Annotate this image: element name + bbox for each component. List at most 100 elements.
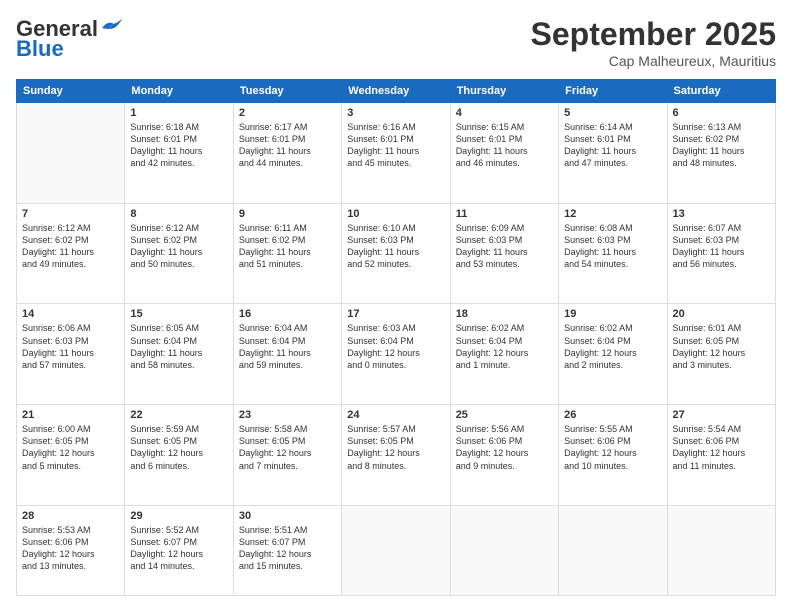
- day-info: Sunrise: 5:56 AM Sunset: 6:06 PM Dayligh…: [456, 423, 553, 472]
- calendar-cell: 9 Sunrise: 6:11 AM Sunset: 6:02 PM Daylig…: [233, 203, 341, 304]
- day-number: 4: [456, 107, 553, 119]
- day-info: Sunrise: 6:09 AM Sunset: 6:03 PM Dayligh…: [456, 222, 553, 271]
- day-info: Sunrise: 6:14 AM Sunset: 6:01 PM Dayligh…: [564, 121, 661, 170]
- calendar-cell: 18 Sunrise: 6:02 AM Sunset: 6:04 PM Dayli…: [450, 304, 558, 405]
- calendar-cell: [559, 505, 667, 595]
- title-block: September 2025 Cap Malheureux, Mauritius: [531, 16, 776, 69]
- calendar-cell: 10Sunrise: 6:10 AM Sunset: 6:03 PM Dayli…: [342, 203, 450, 304]
- day-number: 26: [564, 409, 661, 421]
- day-header-thursday: Thursday: [450, 80, 558, 103]
- calendar-cell: 17 Sunrise: 6:03 AM Sunset: 6:04 PM Dayli…: [342, 304, 450, 405]
- day-number: 22: [130, 409, 227, 421]
- day-info: Sunrise: 5:54 AM Sunset: 6:06 PM Dayligh…: [673, 423, 770, 472]
- day-info: Sunrise: 6:00 AM Sunset: 6:05 PM Dayligh…: [22, 423, 119, 472]
- week-row-2: 7 Sunrise: 6:12 AM Sunset: 6:02 PM Daylig…: [17, 203, 776, 304]
- day-header-friday: Friday: [559, 80, 667, 103]
- day-number: 18: [456, 308, 553, 320]
- calendar-cell: 6 Sunrise: 6:13 AM Sunset: 6:02 PM Daylig…: [667, 103, 775, 204]
- day-number: 16: [239, 308, 336, 320]
- calendar-cell: [342, 505, 450, 595]
- calendar-cell: 2 Sunrise: 6:17 AM Sunset: 6:01 PM Daylig…: [233, 103, 341, 204]
- day-info: Sunrise: 5:52 AM Sunset: 6:07 PM Dayligh…: [130, 524, 227, 573]
- day-number: 6: [673, 107, 770, 119]
- calendar-cell: 25 Sunrise: 5:56 AM Sunset: 6:06 PM Dayli…: [450, 405, 558, 506]
- day-info: Sunrise: 6:12 AM Sunset: 6:02 PM Dayligh…: [22, 222, 119, 271]
- day-number: 17: [347, 308, 444, 320]
- day-number: 27: [673, 409, 770, 421]
- day-number: 9: [239, 208, 336, 220]
- day-header-saturday: Saturday: [667, 80, 775, 103]
- calendar-cell: 13Sunrise: 6:07 AM Sunset: 6:03 PM Dayli…: [667, 203, 775, 304]
- calendar-cell: 3 Sunrise: 6:16 AM Sunset: 6:01 PM Daylig…: [342, 103, 450, 204]
- day-info: Sunrise: 6:02 AM Sunset: 6:04 PM Dayligh…: [456, 322, 553, 371]
- calendar-cell: 16 Sunrise: 6:04 AM Sunset: 6:04 PM Dayli…: [233, 304, 341, 405]
- day-number: 3: [347, 107, 444, 119]
- calendar-cell: 12Sunrise: 6:08 AM Sunset: 6:03 PM Dayli…: [559, 203, 667, 304]
- day-info: Sunrise: 5:58 AM Sunset: 6:05 PM Dayligh…: [239, 423, 336, 472]
- day-header-monday: Monday: [125, 80, 233, 103]
- week-row-5: 28Sunrise: 5:53 AM Sunset: 6:06 PM Dayli…: [17, 505, 776, 595]
- day-number: 29: [130, 510, 227, 522]
- day-info: Sunrise: 5:55 AM Sunset: 6:06 PM Dayligh…: [564, 423, 661, 472]
- calendar-cell: [667, 505, 775, 595]
- day-number: 2: [239, 107, 336, 119]
- day-number: 30: [239, 510, 336, 522]
- day-info: Sunrise: 6:01 AM Sunset: 6:05 PM Dayligh…: [673, 322, 770, 371]
- day-number: 8: [130, 208, 227, 220]
- day-info: Sunrise: 5:51 AM Sunset: 6:07 PM Dayligh…: [239, 524, 336, 573]
- day-info: Sunrise: 6:13 AM Sunset: 6:02 PM Dayligh…: [673, 121, 770, 170]
- day-info: Sunrise: 6:08 AM Sunset: 6:03 PM Dayligh…: [564, 222, 661, 271]
- calendar-cell: [17, 103, 125, 204]
- page: General Blue September 2025 Cap Malheure…: [0, 0, 792, 612]
- calendar-cell: 4 Sunrise: 6:15 AM Sunset: 6:01 PM Daylig…: [450, 103, 558, 204]
- day-header-wednesday: Wednesday: [342, 80, 450, 103]
- week-row-3: 14 Sunrise: 6:06 AM Sunset: 6:03 PM Dayli…: [17, 304, 776, 405]
- calendar-cell: 11 Sunrise: 6:09 AM Sunset: 6:03 PM Dayli…: [450, 203, 558, 304]
- calendar-cell: 5Sunrise: 6:14 AM Sunset: 6:01 PM Daylig…: [559, 103, 667, 204]
- day-number: 19: [564, 308, 661, 320]
- calendar-cell: 28Sunrise: 5:53 AM Sunset: 6:06 PM Dayli…: [17, 505, 125, 595]
- calendar-cell: 23 Sunrise: 5:58 AM Sunset: 6:05 PM Dayli…: [233, 405, 341, 506]
- day-info: Sunrise: 5:53 AM Sunset: 6:06 PM Dayligh…: [22, 524, 119, 573]
- calendar-cell: 21 Sunrise: 6:00 AM Sunset: 6:05 PM Dayli…: [17, 405, 125, 506]
- day-info: Sunrise: 6:11 AM Sunset: 6:02 PM Dayligh…: [239, 222, 336, 271]
- day-number: 23: [239, 409, 336, 421]
- calendar-cell: 22 Sunrise: 5:59 AM Sunset: 6:05 PM Dayli…: [125, 405, 233, 506]
- day-number: 7: [22, 208, 119, 220]
- day-info: Sunrise: 6:15 AM Sunset: 6:01 PM Dayligh…: [456, 121, 553, 170]
- day-number: 25: [456, 409, 553, 421]
- calendar-cell: 8Sunrise: 6:12 AM Sunset: 6:02 PM Daylig…: [125, 203, 233, 304]
- week-row-4: 21 Sunrise: 6:00 AM Sunset: 6:05 PM Dayli…: [17, 405, 776, 506]
- day-number: 10: [347, 208, 444, 220]
- day-number: 24: [347, 409, 444, 421]
- day-number: 1: [130, 107, 227, 119]
- calendar-table: SundayMondayTuesdayWednesdayThursdayFrid…: [16, 79, 776, 596]
- calendar-cell: 20 Sunrise: 6:01 AM Sunset: 6:05 PM Dayli…: [667, 304, 775, 405]
- calendar-cell: 19 Sunrise: 6:02 AM Sunset: 6:04 PM Dayli…: [559, 304, 667, 405]
- day-header-tuesday: Tuesday: [233, 80, 341, 103]
- day-info: Sunrise: 6:18 AM Sunset: 6:01 PM Dayligh…: [130, 121, 227, 170]
- day-info: Sunrise: 6:17 AM Sunset: 6:01 PM Dayligh…: [239, 121, 336, 170]
- calendar-cell: [450, 505, 558, 595]
- day-info: Sunrise: 5:59 AM Sunset: 6:05 PM Dayligh…: [130, 423, 227, 472]
- logo-blue: Blue: [16, 36, 64, 62]
- calendar-cell: 29 Sunrise: 5:52 AM Sunset: 6:07 PM Dayli…: [125, 505, 233, 595]
- day-header-sunday: Sunday: [17, 80, 125, 103]
- location-subtitle: Cap Malheureux, Mauritius: [531, 53, 776, 69]
- calendar-cell: 27 Sunrise: 5:54 AM Sunset: 6:06 PM Dayli…: [667, 405, 775, 506]
- day-info: Sunrise: 6:06 AM Sunset: 6:03 PM Dayligh…: [22, 322, 119, 371]
- day-number: 14: [22, 308, 119, 320]
- day-info: Sunrise: 6:07 AM Sunset: 6:03 PM Dayligh…: [673, 222, 770, 271]
- day-number: 15: [130, 308, 227, 320]
- day-info: Sunrise: 6:03 AM Sunset: 6:04 PM Dayligh…: [347, 322, 444, 371]
- day-info: Sunrise: 6:16 AM Sunset: 6:01 PM Dayligh…: [347, 121, 444, 170]
- month-title: September 2025: [531, 16, 776, 53]
- day-info: Sunrise: 6:04 AM Sunset: 6:04 PM Dayligh…: [239, 322, 336, 371]
- calendar-cell: 1 Sunrise: 6:18 AM Sunset: 6:01 PM Daylig…: [125, 103, 233, 204]
- day-number: 21: [22, 409, 119, 421]
- calendar-header-row: SundayMondayTuesdayWednesdayThursdayFrid…: [17, 80, 776, 103]
- day-info: Sunrise: 6:02 AM Sunset: 6:04 PM Dayligh…: [564, 322, 661, 371]
- logo: General Blue: [16, 16, 122, 62]
- day-number: 20: [673, 308, 770, 320]
- day-number: 11: [456, 208, 553, 220]
